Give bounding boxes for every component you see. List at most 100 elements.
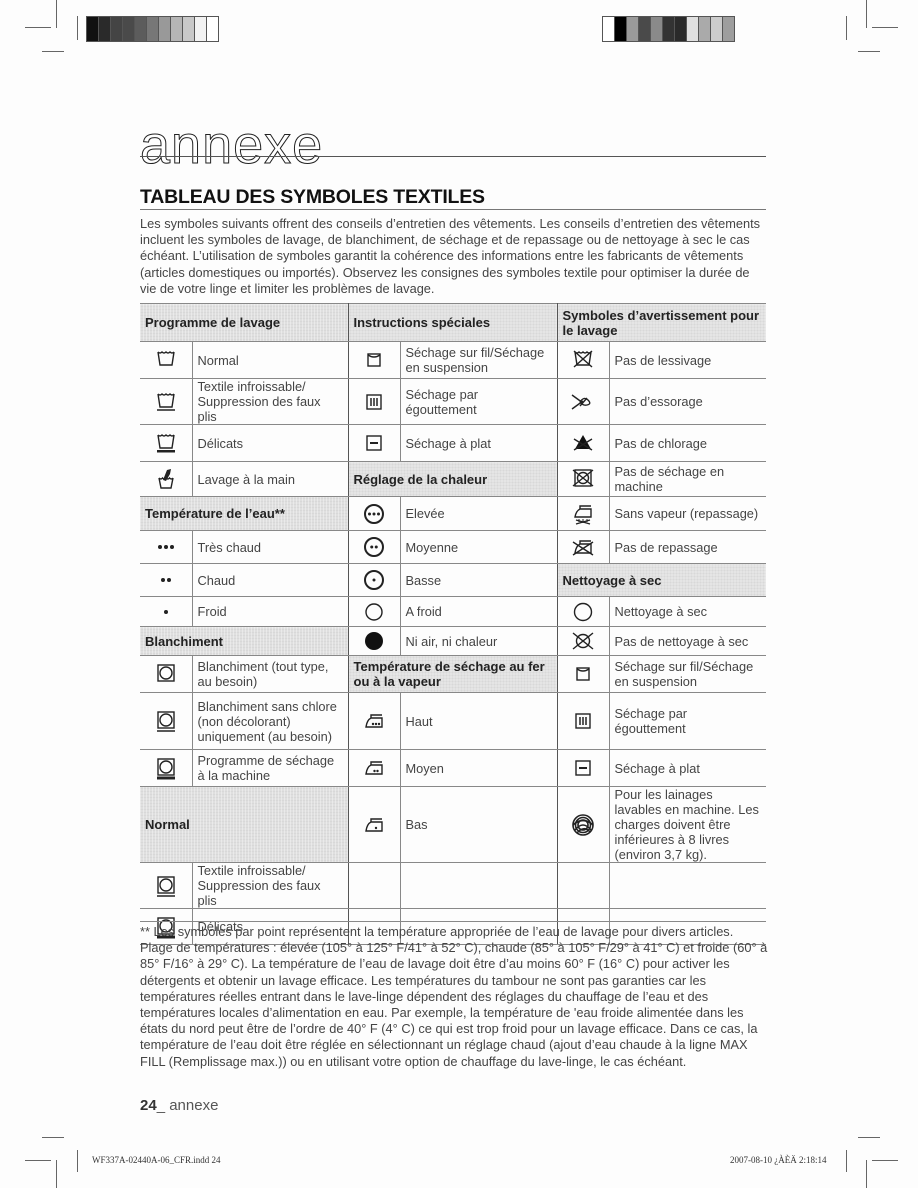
symbol-cell [348,626,401,656]
color-swatch [171,17,182,41]
drip-dry-icon [570,712,596,729]
symbol-label: Nettoyage à sec [609,596,766,627]
symbol-label: Elevée [400,496,558,531]
two-dots-icon [153,571,179,586]
color-swatch [111,17,122,41]
color-swatch [699,17,710,41]
symbol-label: Pas de repassage [609,530,766,564]
do-not-iron-icon [570,538,596,556]
wool-icon [570,813,596,836]
symbol-label: Programme de séchage à la machine [192,749,349,787]
circle-three-dots-icon [361,503,387,524]
tumble-dry-permanent-press-icon [153,875,179,897]
symbol-cell [557,461,610,497]
symbol-label: Séchage sur fil/Séchage en suspension [400,341,558,379]
dry-flat-icon [361,434,387,451]
drip-dry-icon [361,393,387,410]
crop-mark [858,51,880,52]
footnote-rule [140,921,766,922]
page-label: _ annexe [156,1097,219,1114]
do-not-tumble-dry-icon [570,469,596,487]
table-row: Programme de lavage Instructions spéciale… [140,303,766,342]
symbol-label: Pas de chlorage [609,424,766,462]
symbol-label: Blanchiment (tout type, au besoin) [192,655,349,693]
crop-mark [56,0,57,28]
section-rule [140,209,766,210]
symbol-label: Délicats [192,424,349,462]
color-swatch [135,17,146,41]
circle-empty-icon [361,602,387,621]
color-swatch [99,17,110,41]
symbol-label: Lavage à la main [192,461,349,497]
category-header: Instructions spéciales [348,303,558,342]
color-swatch [123,17,134,41]
category-header: Symboles d’avertissement pour le lavage [557,303,766,342]
symbol-label: Pour les lainages lavables en machine. L… [609,786,766,863]
washtub-permanent-press-icon [153,392,179,411]
symbol-cell [140,655,193,693]
symbol-cell [557,378,610,425]
table-row: Normal Bas Pour les lainages lavables en m… [140,786,766,863]
color-registration-bar-left [86,16,219,42]
symbol-cell [557,749,610,787]
symbol-cell [557,496,610,531]
color-swatch [639,17,650,41]
symbol-cell [140,596,193,627]
table-row: Textile infroissable/ Suppression des fa… [140,378,766,425]
color-swatch [687,17,698,41]
dry-clean-icon [570,602,596,621]
table-row: Température de l’eau** Elevée Sans vapeur … [140,496,766,531]
symbol-cell [348,692,401,750]
symbol-label: Séchage à plat [609,749,766,787]
symbol-label: Très chaud [192,530,349,564]
crop-mark [77,16,78,40]
symbol-cell [557,596,610,627]
symbol-label: Séchage à plat [400,424,558,462]
do-not-dry-clean-icon [570,632,596,650]
three-dots-icon [153,538,179,553]
color-swatch [627,17,638,41]
category-header: Température de l’eau** [140,496,349,531]
do-not-wash-icon [570,350,596,368]
symbol-cell [557,692,610,750]
symbol-cell [140,424,193,462]
footnote: ** Les symboles par point représentent l… [140,924,768,1069]
symbol-cell [348,341,401,379]
chapter-rule [140,156,766,157]
symbol-label: Moyenne [400,530,558,564]
symbol-cell [557,786,610,863]
symbol-label: Haut [400,692,558,750]
color-swatch [147,17,158,41]
color-swatch [207,17,218,41]
one-dot-icon [153,603,179,618]
crop-mark [858,1137,880,1138]
category-header: Blanchiment [140,626,349,656]
tumble-dry-permanent-press-icon [153,711,179,732]
symbol-cell [557,530,610,564]
line-dry-icon [361,351,387,367]
table-row: Chaud Basse Nettoyage à sec [140,563,766,597]
empty-cell [557,862,610,909]
table-row: Normal Séchage sur fil/Séchage en suspens… [140,341,766,379]
table-row: Programme de séchage à la machine Moyen Sé… [140,749,766,787]
section-title: TABLEAU DES SYMBOLES TEXTILES [140,186,485,208]
table-row: Très chaud Moyenne Pas de repassage [140,530,766,564]
category-header: Température de séchage au fer ou à la va… [348,655,558,693]
color-registration-bar-right [602,16,735,42]
do-not-bleach-icon [570,434,596,451]
symbol-label: Ni air, ni chaleur [400,626,558,656]
symbol-cell [557,626,610,656]
circle-one-dot-icon [361,570,387,590]
intro-paragraph: Les symboles suivants offrent des consei… [140,216,761,296]
symbol-cell [348,786,401,863]
category-header: Nettoyage à sec [557,563,766,597]
tumble-dry-normal-icon [153,664,179,682]
symbol-cell [140,749,193,787]
dry-flat-icon [570,759,596,776]
category-header: Normal [140,786,349,863]
crop-mark [77,1150,78,1172]
do-not-wring-icon [570,393,596,410]
crop-mark [846,1150,847,1172]
symbol-cell [140,341,193,379]
washtub-normal-icon [153,351,179,366]
